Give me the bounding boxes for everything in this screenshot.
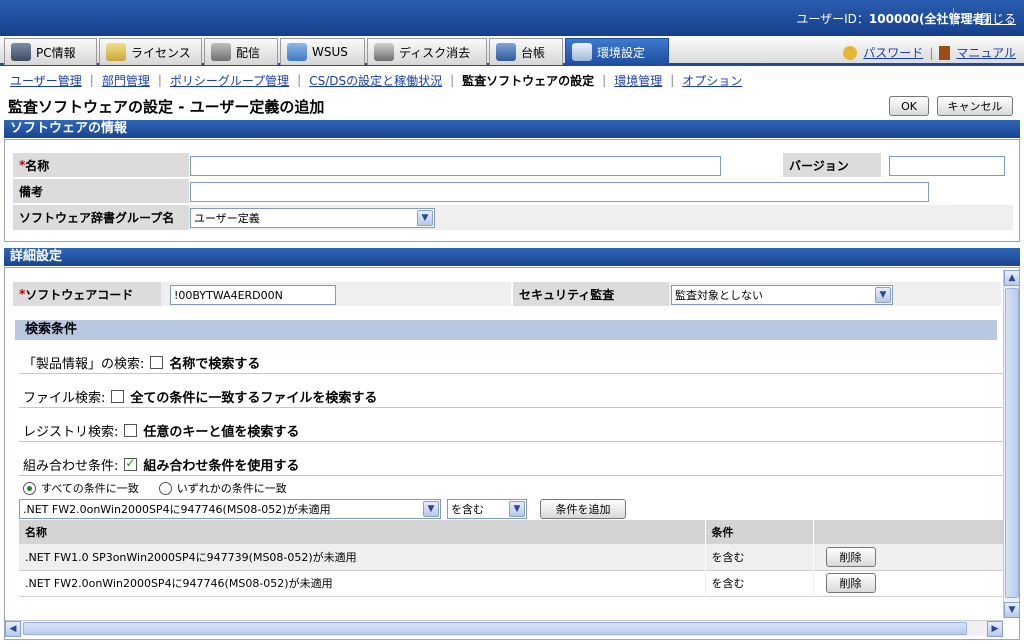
main-tabs: PC情報 ライセンス 配信 WSUS ディスク消去 台帳 環境設定 パスワード … bbox=[0, 36, 1024, 66]
scroll-right-icon[interactable]: ▶ bbox=[987, 621, 1003, 637]
user-info: ユーザーID：100000(全社管理者) bbox=[796, 12, 990, 26]
software-code-label: * ソフトウェアコード bbox=[13, 282, 161, 306]
group-label: ソフトウェア辞書グループ名 bbox=[13, 205, 189, 230]
subnav-environment[interactable]: 環境管理 bbox=[614, 72, 662, 89]
version-input[interactable] bbox=[889, 156, 1005, 176]
subnav-cs-ds[interactable]: CS/DSの設定と稼働状況 bbox=[309, 72, 442, 89]
group-select[interactable]: ユーザー定義 ▼ bbox=[190, 208, 435, 228]
top-bar: ユーザーID：100000(全社管理者) 閉じる bbox=[0, 0, 1024, 36]
table-row: .NET FW1.0 SP3onWin2000SP4に947739(MS08-0… bbox=[19, 544, 1003, 570]
pc-icon bbox=[11, 43, 31, 61]
tab-disk-erase[interactable]: ディスク消去 bbox=[367, 38, 487, 65]
wsus-icon bbox=[287, 43, 307, 61]
manual-icon bbox=[939, 45, 951, 60]
search-conditions-header: 検索条件 bbox=[15, 320, 997, 340]
name-label: * 名称 bbox=[13, 153, 189, 177]
title-bar: 監査ソフトウェアの設定 - ユーザー定義の追加 bbox=[0, 92, 1024, 118]
subnav-department[interactable]: 部門管理 bbox=[102, 72, 150, 89]
registry-search-row: レジストリ検索: 任意のキーと値を検索する bbox=[19, 420, 1007, 442]
version-label: バージョン bbox=[783, 153, 881, 177]
chevron-down-icon: ▼ bbox=[875, 287, 891, 303]
col-condition-header: 条件 bbox=[705, 520, 814, 544]
disk-erase-icon bbox=[374, 43, 394, 61]
scroll-thumb[interactable] bbox=[1005, 288, 1019, 598]
scroll-left-icon[interactable]: ◀ bbox=[5, 621, 21, 637]
close-link[interactable]: 閉じる bbox=[980, 10, 1016, 27]
details-header: 詳細設定 bbox=[4, 248, 1020, 266]
match-mode: すべての条件に一致 いずれかの条件に一致 bbox=[23, 480, 287, 496]
row-condition: を含む bbox=[705, 544, 814, 570]
security-audit-select[interactable]: 監査対象としない ▼ bbox=[671, 285, 893, 305]
row-condition: を含む bbox=[705, 570, 814, 596]
software-info-panel: * 名称 バージョン 備考 ソフトウェア辞書グループ名 ユーザー定義 ▼ bbox=[4, 139, 1020, 242]
license-icon bbox=[106, 43, 126, 61]
distribution-icon bbox=[211, 43, 231, 61]
combo-condition-checkbox[interactable] bbox=[124, 456, 138, 471]
registry-search-checkbox[interactable] bbox=[124, 424, 138, 437]
row-name: .NET FW2.0onWin2000SP4に947746(MS08-052)が… bbox=[19, 570, 706, 596]
tab-wsus[interactable]: WSUS bbox=[280, 38, 365, 65]
table-row: .NET FW2.0onWin2000SP4に947746(MS08-052)が… bbox=[19, 570, 1003, 596]
combo-condition-row: 組み合わせ条件:組み合わせ条件を使用する bbox=[19, 454, 1007, 476]
operator-select[interactable]: を含む ▼ bbox=[447, 499, 527, 519]
software-code-input[interactable]: !00BYTWA4ERD00N bbox=[170, 285, 336, 305]
subnav-policy-group[interactable]: ポリシーグループ管理 bbox=[170, 72, 289, 89]
cancel-button[interactable]: キャンセル bbox=[937, 96, 1013, 116]
file-search-checkbox[interactable] bbox=[111, 390, 125, 403]
subnav-options[interactable]: オプション bbox=[682, 72, 742, 89]
file-search-row: ファイル検索: 全ての条件に一致するファイルを検索する bbox=[19, 386, 1007, 408]
condition-select[interactable]: .NET FW2.0onWin2000SP4に947746(MS08-052)が… bbox=[19, 499, 441, 519]
horizontal-scrollbar[interactable]: ◀ ▶ bbox=[5, 620, 1003, 637]
row-name: .NET FW1.0 SP3onWin2000SP4に947739(MS08-0… bbox=[19, 544, 706, 570]
scroll-thumb[interactable] bbox=[23, 622, 967, 635]
sub-navigation: ユーザー管理 | 部門管理 | ポリシーグループ管理 | CS/DSの設定と稼働状況 |… bbox=[10, 72, 743, 89]
divider bbox=[953, 8, 954, 26]
tab-pc-info[interactable]: PC情報 bbox=[4, 38, 97, 65]
col-action-header bbox=[813, 520, 1003, 544]
conditions-table: 名称 条件 .NET FW1.0 SP3onWin2000SP4に947739(… bbox=[19, 520, 1003, 597]
tab-license[interactable]: ライセンス bbox=[99, 38, 202, 65]
note-label: 備考 bbox=[13, 179, 189, 203]
key-icon bbox=[843, 45, 858, 60]
vertical-scrollbar[interactable]: ▲ ▼ bbox=[1003, 270, 1019, 618]
scroll-down-icon[interactable]: ▼ bbox=[1004, 602, 1019, 618]
password-link[interactable]: パスワード bbox=[863, 44, 923, 61]
note-input[interactable] bbox=[190, 182, 929, 202]
page-title: 監査ソフトウェアの設定 - ユーザー定義の追加 bbox=[8, 98, 325, 116]
name-input[interactable] bbox=[190, 156, 721, 176]
chevron-down-icon: ▼ bbox=[423, 501, 439, 517]
radio-match-all[interactable] bbox=[23, 481, 36, 495]
product-search-checkbox[interactable] bbox=[150, 356, 164, 369]
manual-link[interactable]: マニュアル bbox=[956, 44, 1016, 61]
details-panel: * ソフトウェアコード !00BYTWA4ERD00N セキュリティ監査 監査対象… bbox=[4, 267, 1020, 640]
tab-distribution[interactable]: 配信 bbox=[204, 38, 278, 65]
chevron-down-icon: ▼ bbox=[417, 210, 433, 226]
software-info-header: ソフトウェアの情報 bbox=[4, 120, 1020, 138]
tab-ledger[interactable]: 台帳 bbox=[489, 38, 563, 65]
settings-icon bbox=[572, 43, 592, 61]
security-audit-label: セキュリティ監査 bbox=[513, 282, 669, 306]
delete-button[interactable]: 削除 bbox=[825, 546, 876, 567]
col-name-header: 名称 bbox=[19, 520, 706, 544]
scroll-up-icon[interactable]: ▲ bbox=[1004, 270, 1019, 286]
tab-settings[interactable]: 環境設定 bbox=[565, 38, 669, 65]
product-search-row: 「製品情報」の検索: 名称で検索する bbox=[19, 352, 1007, 374]
delete-button[interactable]: 削除 bbox=[825, 573, 876, 593]
subnav-audit-software: 監査ソフトウェアの設定 bbox=[462, 73, 595, 88]
subnav-user-management[interactable]: ユーザー管理 bbox=[10, 72, 82, 89]
radio-match-any[interactable] bbox=[158, 481, 172, 495]
chevron-down-icon: ▼ bbox=[509, 501, 525, 517]
ok-button[interactable]: OK bbox=[889, 96, 929, 116]
ledger-icon bbox=[496, 43, 516, 61]
add-condition-button[interactable]: 条件を追加 bbox=[540, 499, 626, 519]
help-links: パスワード | マニュアル bbox=[843, 44, 1016, 61]
